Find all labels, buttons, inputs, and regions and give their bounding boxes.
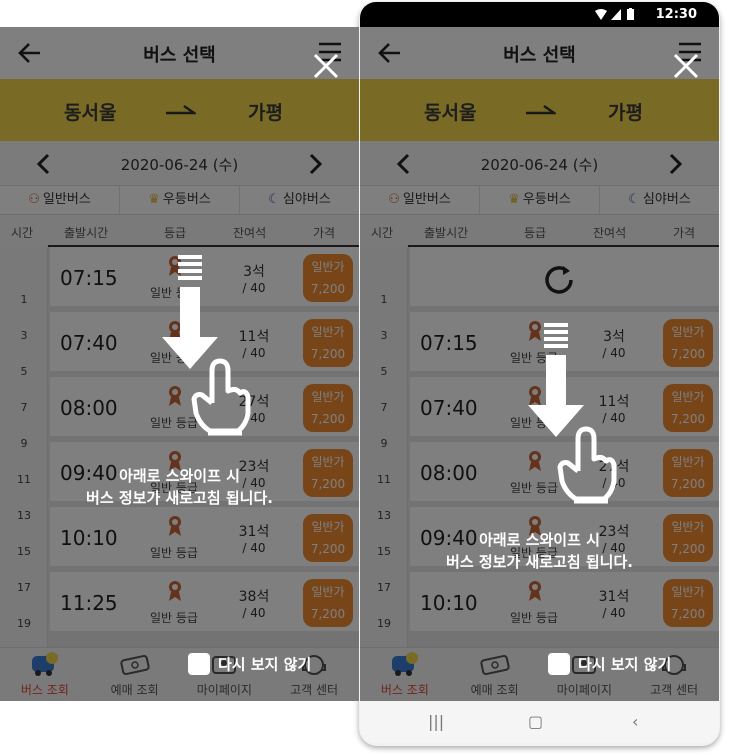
dont-show-again[interactable]: 다시 보지 않기 — [548, 653, 671, 675]
dont-show-checkbox[interactable] — [188, 653, 210, 675]
status-bar: 12:30 — [360, 2, 719, 27]
hint-line-1: 아래로 스와이프 시 — [479, 531, 600, 549]
back-nav-icon[interactable]: ‹ — [632, 712, 638, 731]
dont-show-label: 다시 보지 않기 — [578, 655, 672, 674]
hint-line-2: 버스 정보가 새로고침 됩니다. — [446, 553, 633, 571]
close-icon[interactable] — [313, 53, 339, 79]
dont-show-checkbox[interactable] — [548, 653, 570, 675]
dont-show-again[interactable]: 다시 보지 않기 — [188, 653, 311, 675]
close-icon[interactable] — [673, 53, 699, 79]
android-nav-bar: ||| ▢ ‹ — [360, 701, 719, 743]
dont-show-label: 다시 보지 않기 — [218, 655, 312, 674]
tutorial-overlay: 아래로 스와이프 시 버스 정보가 새로고침 됩니다. 다시 보지 않기 — [0, 27, 359, 701]
recents-icon[interactable]: ||| — [428, 712, 444, 731]
swipe-down-hand-icon — [528, 323, 617, 504]
hint-line-2: 버스 정보가 새로고침 됩니다. — [86, 489, 273, 507]
screen-refreshing: 버스 선택 동서울 가평 2020-06-24 (수) ⚇일반버스 ♛우등버스 … — [360, 27, 719, 701]
hint-line-1: 아래로 스와이프 시 — [119, 467, 240, 485]
status-icons — [595, 8, 634, 20]
home-icon[interactable]: ▢ — [528, 712, 543, 731]
screen-swipe-hint: 버스 선택 동서울 가평 2020-06-24 (수) ⚇일반버스 ♛우등버스 … — [0, 27, 359, 701]
tutorial-overlay: 아래로 스와이프 시 버스 정보가 새로고침 됩니다. 다시 보지 않기 — [360, 27, 719, 701]
status-time: 12:30 — [655, 7, 697, 22]
swipe-down-hand-icon — [162, 255, 251, 436]
